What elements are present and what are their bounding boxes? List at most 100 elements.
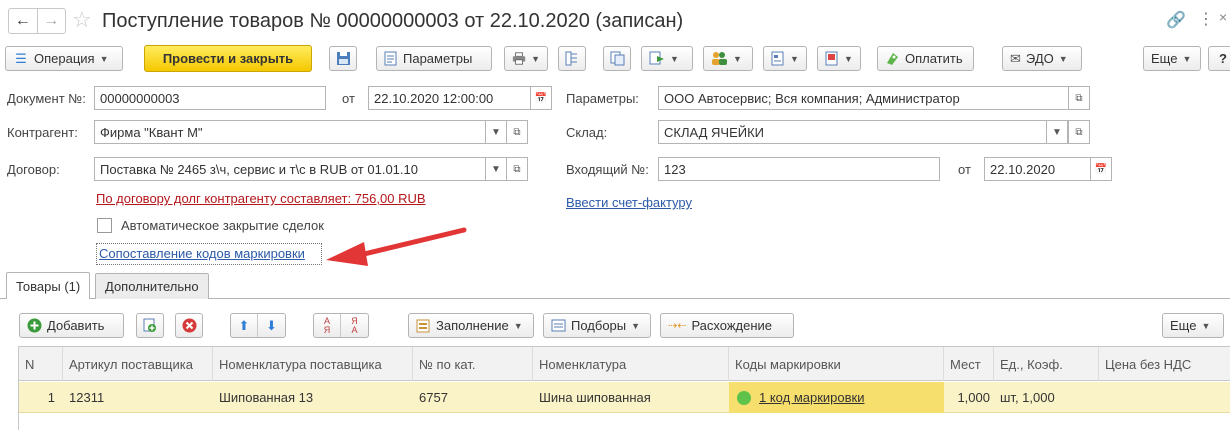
chevron-down-icon: ▼	[1201, 320, 1211, 331]
chevron-down-icon: ▼	[1058, 53, 1068, 64]
price-cell	[1099, 382, 1230, 413]
arrow-down-icon: ⬇	[266, 317, 277, 333]
print-button[interactable]: ▼	[504, 46, 548, 71]
close-icon[interactable]: ×	[1219, 9, 1227, 25]
warehouse-label: Склад:	[566, 125, 608, 140]
move-updown-group: ⬆ ⬇	[230, 313, 286, 338]
attachments-button[interactable]: ▼	[817, 46, 861, 71]
column-header[interactable]: Цена без НДС	[1099, 347, 1230, 381]
delete-icon	[182, 318, 196, 333]
column-header[interactable]: N	[19, 347, 63, 381]
sort-asc-button[interactable]: АЯ	[314, 314, 341, 337]
counterparty-dropdown-button[interactable]: ▼	[485, 120, 507, 144]
table-more-button[interactable]: Еще ▼	[1162, 313, 1224, 338]
auto-close-checkbox[interactable]	[97, 218, 112, 233]
contract-field[interactable]: Поставка № 2465 з\ч, сервис и т\с в RUB …	[94, 157, 486, 181]
report-button[interactable]: ▼	[763, 46, 807, 71]
debt-link[interactable]: По договору долг контрагенту составляет:…	[96, 191, 426, 206]
fill-button[interactable]: Заполнение ▼	[408, 313, 534, 338]
back-button[interactable]: ←	[9, 9, 38, 33]
forward-button[interactable]: →	[38, 9, 66, 33]
warehouse-open-button[interactable]: ⧉	[1068, 120, 1090, 144]
calendar-button[interactable]: 📅	[530, 86, 552, 110]
add-button[interactable]: Добавить	[19, 313, 124, 338]
save-button[interactable]	[329, 46, 357, 71]
operation-icon: ☰	[15, 50, 27, 66]
column-header[interactable]: Коды маркировки	[729, 347, 944, 381]
column-header[interactable]: № по кат.	[413, 347, 533, 381]
move-up-button[interactable]: ⬆	[231, 314, 258, 337]
star-icon[interactable]: ☆	[72, 8, 92, 32]
fill-icon	[416, 319, 430, 333]
more-vert-icon[interactable]: ⋮	[1198, 9, 1214, 29]
table-more-label: Еще	[1170, 318, 1197, 333]
movements-icon	[610, 51, 624, 66]
tab-additional[interactable]: Дополнительно	[95, 273, 209, 299]
incoming-number-field[interactable]: 123	[658, 157, 940, 181]
chevron-down-icon: ▼	[99, 53, 109, 64]
column-header[interactable]: Ед., Коэф.	[994, 347, 1099, 381]
open-icon: ⧉	[1075, 92, 1083, 104]
counterparty-field[interactable]: Фирма "Квант М"	[94, 120, 486, 144]
column-header[interactable]: Артикул поставщика	[63, 347, 213, 381]
arrow-right-icon: →	[43, 12, 60, 29]
places-cell: 1,000	[957, 390, 990, 405]
params-field[interactable]: ООО Автосервис; Вся компания; Администра…	[658, 86, 1069, 110]
chevron-down-icon: ▼	[491, 126, 501, 138]
structure-icon	[565, 51, 577, 66]
incoming-date-field[interactable]: 22.10.2020	[984, 157, 1091, 181]
table-header: N Артикул поставщика Номенклатура постав…	[19, 347, 1230, 381]
link-icon[interactable]: 🔗	[1166, 10, 1186, 30]
chevron-down-icon: ▼	[670, 53, 679, 64]
parameters-button[interactable]: Параметры	[376, 46, 492, 71]
movements-button[interactable]	[603, 46, 631, 71]
auto-close-label: Автоматическое закрытие сделок	[121, 218, 324, 233]
post-and-close-button[interactable]: Провести и закрыть	[144, 45, 312, 72]
marking-codes-cell[interactable]: 1 код маркировки	[729, 382, 944, 413]
contract-dropdown-button[interactable]: ▼	[485, 157, 507, 181]
operation-button[interactable]: ☰ Операция ▼	[5, 46, 123, 71]
warehouse-dropdown-button[interactable]: ▼	[1046, 120, 1068, 144]
operation-label: Операция	[34, 51, 95, 66]
structure-button[interactable]	[558, 46, 586, 71]
open-params-button[interactable]: ⧉	[1068, 86, 1090, 110]
users-button[interactable]: ▼	[703, 46, 753, 71]
more-button[interactable]: Еще ▼	[1143, 46, 1201, 71]
create-based-button[interactable]: ▼	[641, 46, 693, 71]
open-icon: ⧉	[513, 163, 521, 175]
warehouse-field[interactable]: СКЛАД ЯЧЕЙКИ	[658, 120, 1047, 144]
calendar-icon: 📅	[534, 92, 548, 104]
pay-icon	[887, 53, 898, 65]
invoice-link[interactable]: Ввести счет-фактуру	[566, 195, 692, 210]
add-label: Добавить	[47, 318, 105, 333]
contract-open-button[interactable]: ⧉	[506, 157, 528, 181]
incoming-date-from-label: от	[958, 162, 971, 177]
sort-desc-button[interactable]: ЯА	[341, 314, 368, 337]
open-icon: ⧉	[513, 126, 521, 138]
table-row[interactable]: 1 12311 Шипованная 13 6757 Шина шипованн…	[19, 382, 1230, 413]
edo-button[interactable]: ✉ ЭДО ▼	[1002, 46, 1082, 71]
plus-circle-icon	[27, 318, 42, 333]
copy-row-button[interactable]	[136, 313, 164, 338]
column-header[interactable]: Номенклатура	[533, 347, 729, 381]
column-header[interactable]: Мест	[944, 347, 994, 381]
discrepancy-button[interactable]: ⇢⇠ Расхождение	[660, 313, 794, 338]
selections-button[interactable]: Подборы ▼	[543, 313, 651, 338]
column-header[interactable]: Номенклатура поставщика	[213, 347, 413, 381]
pay-button[interactable]: Оплатить	[877, 46, 974, 71]
chevron-down-icon: ▼	[1182, 53, 1192, 64]
incoming-calendar-button[interactable]: 📅	[1090, 157, 1112, 181]
tab-goods[interactable]: Товары (1)	[6, 272, 91, 299]
marking-link[interactable]: Сопоставление кодов маркировки	[99, 246, 305, 261]
doc-number-field[interactable]: 00000000003	[94, 86, 326, 110]
help-button[interactable]: ?	[1208, 46, 1230, 71]
arrow-up-icon: ⬆	[238, 317, 250, 333]
doc-date-field[interactable]: 22.10.2020 12:00:00	[368, 86, 531, 110]
chevron-down-icon: ▼	[513, 320, 523, 331]
move-down-button[interactable]: ⬇	[258, 314, 285, 337]
pay-label: Оплатить	[905, 51, 963, 66]
marking-codes-link[interactable]: 1 код маркировки	[759, 390, 864, 405]
counterparty-open-button[interactable]: ⧉	[506, 120, 528, 144]
sort-ascending-icon: АЯ	[323, 315, 331, 335]
delete-row-button[interactable]	[175, 313, 203, 338]
